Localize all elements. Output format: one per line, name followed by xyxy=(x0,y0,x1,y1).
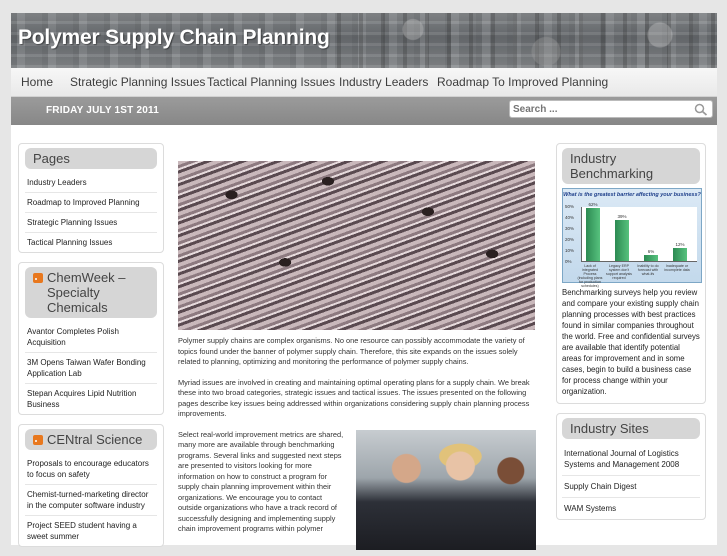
intro-paragraph: Polymer supply chains are complex organi… xyxy=(178,336,525,366)
x-category: Lack of integrated Process (including pl… xyxy=(577,264,603,288)
chart-bar xyxy=(673,248,687,261)
central-science-item[interactable]: Chemist-turned-marketing director in the… xyxy=(25,484,157,515)
site-title[interactable]: Polymer Supply Chain Planning xyxy=(18,26,330,50)
chart-data-label: 6% xyxy=(647,248,655,254)
benchmark-chart[interactable]: What is the greatest barrier affecting y… xyxy=(562,188,702,288)
rss-icon[interactable] xyxy=(33,273,43,283)
industry-site-link[interactable]: International Journal of Logistics Syste… xyxy=(562,443,700,475)
nav-industry-leaders[interactable]: Industry Leaders xyxy=(339,75,428,89)
left-sidebar: Pages Industry Leaders Roadmap to Improv… xyxy=(18,143,164,556)
x-category: Inability to do forecast with what-ifs xyxy=(637,264,659,276)
benchmarking-widget: Industry Benchmarking What is the greate… xyxy=(556,143,706,404)
search-box xyxy=(509,100,713,118)
chart-bar xyxy=(615,219,629,261)
benchmarking-text: Benchmarking surveys help you review and… xyxy=(562,288,700,396)
issues-paragraph: Myriad issues are involved in creating a… xyxy=(178,377,530,419)
metrics-paragraph: Select real-world improvement metrics ar… xyxy=(178,429,344,534)
search-icon[interactable] xyxy=(694,103,708,116)
right-sidebar: Industry Benchmarking What is the greate… xyxy=(556,143,706,529)
chemweek-widget-title: ChemWeek – Specialty Chemicals xyxy=(25,267,157,318)
rss-icon[interactable] xyxy=(33,435,43,445)
pages-link-strategic[interactable]: Strategic Planning Issues xyxy=(25,212,157,232)
pages-link-tactical[interactable]: Tactical Planning Issues xyxy=(25,232,157,252)
y-tick: 40% xyxy=(565,215,575,220)
pages-widget-title: Pages xyxy=(25,148,157,169)
y-tick: 50% xyxy=(565,204,575,209)
nav-strategic-planning-issues[interactable]: Strategic Planning Issues xyxy=(70,75,205,89)
header-pipes-image xyxy=(337,13,717,68)
metrics-section: Select real-world improvement metrics ar… xyxy=(178,429,536,550)
site-header: Polymer Supply Chain Planning xyxy=(11,13,717,68)
industry-sites-widget: Industry Sites International Journal of … xyxy=(556,413,706,520)
y-tick: 10% xyxy=(565,248,575,253)
chart-data-label: 12% xyxy=(675,242,685,248)
x-category: Legacy ERP system don't support analysis… xyxy=(606,264,632,280)
nav-tactical-planning-issues[interactable]: Tactical Planning Issues xyxy=(207,75,335,89)
nav-home[interactable]: Home xyxy=(21,75,53,89)
business-people-photo xyxy=(356,429,536,550)
chemweek-title-text[interactable]: ChemWeek – Specialty Chemicals xyxy=(47,270,149,315)
y-tick: 20% xyxy=(565,237,575,242)
pages-link-roadmap[interactable]: Roadmap to Improved Planning xyxy=(25,192,157,212)
nav-roadmap[interactable]: Roadmap To Improved Planning xyxy=(437,75,608,89)
industry-site-link[interactable]: WAM Systems xyxy=(562,497,700,519)
page: Polymer Supply Chain Planning Home Strat… xyxy=(11,13,717,550)
pages-link-industry-leaders[interactable]: Industry Leaders xyxy=(25,173,157,192)
industry-sites-title: Industry Sites xyxy=(562,418,700,439)
x-category: Inadequate or incomplete data xyxy=(664,264,690,272)
date-bar: FRIDAY JULY 1ST 2011 xyxy=(11,97,717,125)
main-content: Polymer supply chains are complex organi… xyxy=(178,161,536,550)
y-tick: 0% xyxy=(565,259,572,264)
chart-title: What is the greatest barrier affecting y… xyxy=(563,192,701,198)
current-date: FRIDAY JULY 1ST 2011 xyxy=(46,105,159,116)
central-science-widget-title: CENtral Science xyxy=(25,429,157,450)
chart-data-label: 62% xyxy=(588,202,598,207)
chemweek-item[interactable]: Stepan Acquires Lipid Nutrition Business xyxy=(25,383,157,414)
chart-plot-area: 62% 39% 6% 12% xyxy=(581,202,697,262)
central-science-title-text[interactable]: CENtral Science xyxy=(47,432,142,447)
central-science-item[interactable]: Project SEED student having a sweet summ… xyxy=(25,515,157,546)
chart-bar xyxy=(586,208,600,261)
chart-bar xyxy=(644,254,658,261)
y-tick: 30% xyxy=(565,226,575,231)
central-science-widget: CENtral Science Proposals to encourage e… xyxy=(18,424,164,547)
chemweek-widget: ChemWeek – Specialty Chemicals Avantor C… xyxy=(18,262,164,415)
industry-site-link[interactable]: Supply Chain Digest xyxy=(562,475,700,497)
hero-pipes-image xyxy=(178,161,535,330)
chart-data-label: 39% xyxy=(617,213,627,219)
central-science-item[interactable]: Proposals to encourage educators to focu… xyxy=(25,454,157,484)
pages-widget: Pages Industry Leaders Roadmap to Improv… xyxy=(18,143,164,253)
benchmarking-title: Industry Benchmarking xyxy=(562,148,700,184)
chemweek-item[interactable]: Avantor Completes Polish Acquisition xyxy=(25,322,157,352)
main-nav: Home Strategic Planning Issues Tactical … xyxy=(11,68,717,97)
search-input[interactable] xyxy=(513,102,683,116)
chemweek-item[interactable]: 3M Opens Taiwan Wafer Bonding Applicatio… xyxy=(25,352,157,383)
